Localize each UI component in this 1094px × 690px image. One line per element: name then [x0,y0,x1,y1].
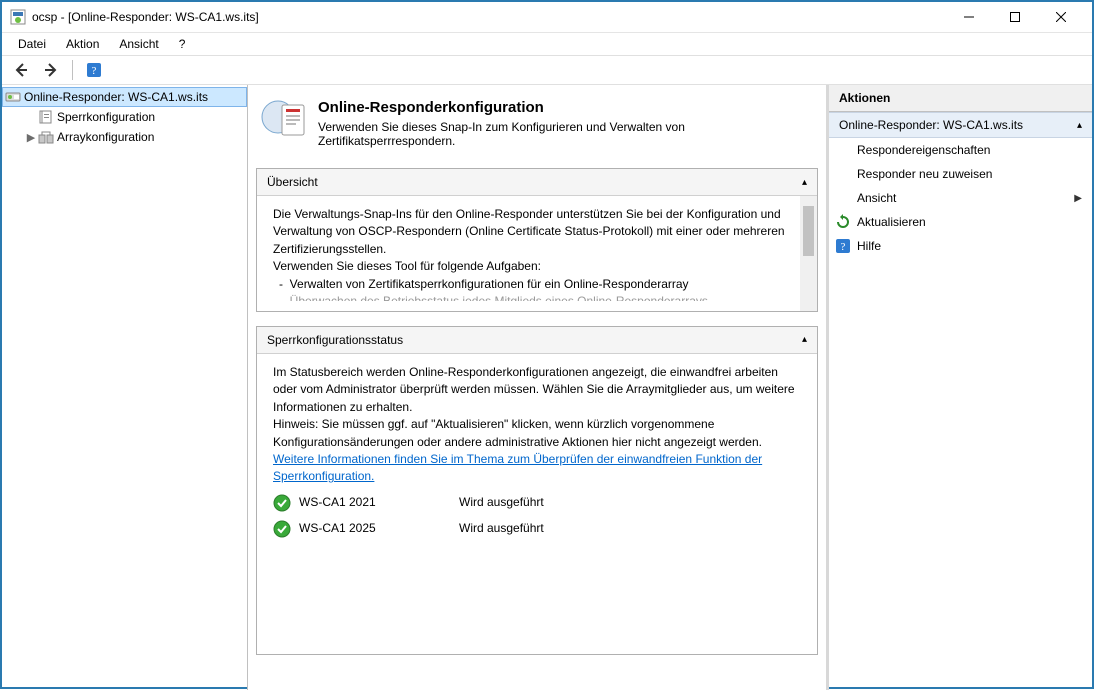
page-title: Online-Responderkonfiguration [318,99,814,116]
collapse-icon: ▴ [1077,120,1082,131]
action-label: Hilfe [857,239,881,253]
forward-button[interactable] [38,57,64,83]
overview-panel-body: Die Verwaltungs-Snap-Ins für den Online-… [257,196,817,311]
collapse-icon: ▴ [802,334,807,345]
center-pane: Online-Responderkonfiguration Verwenden … [248,85,826,690]
overview-text-1: Die Verwaltungs-Snap-Ins für den Online-… [273,206,801,258]
app-icon [10,9,26,25]
tree-node-sperrkonfig[interactable]: Sperrkonfiguration [2,107,247,127]
actions-section-header[interactable]: Online-Responder: WS-CA1.ws.its ▴ [829,112,1092,138]
menu-ansicht[interactable]: Ansicht [111,35,166,53]
actions-pane: Aktionen Online-Responder: WS-CA1.ws.its… [826,85,1092,690]
config-row-0[interactable]: WS-CA1 2021 Wird ausgeführt [273,494,801,512]
menu-help[interactable]: ? [171,35,194,53]
config-row-1[interactable]: WS-CA1 2025 Wird ausgeführt [273,520,801,538]
revocation-config-icon [38,109,54,125]
overview-scrollbar[interactable] [800,196,817,311]
help-toolbar-button[interactable]: ? [81,57,107,83]
svg-text:?: ? [841,241,846,253]
status-help-link[interactable]: Weitere Informationen finden Sie im Them… [273,452,762,483]
submenu-arrow-icon: ▶ [1074,193,1082,204]
config-name-0: WS-CA1 2021 [299,494,459,511]
action-label: Aktualisieren [857,215,926,229]
tree-node-arraykonfig[interactable]: ▶ Arraykonfiguration [2,127,247,147]
status-panel-title: Sperrkonfigurationsstatus [267,333,403,347]
actions-pane-title: Aktionen [829,85,1092,112]
action-refresh[interactable]: Aktualisieren [829,210,1092,234]
array-config-icon [38,129,54,145]
titlebar: ocsp - [Online-Responder: WS-CA1.ws.its] [2,2,1092,33]
action-label: Respondereigenschaften [857,143,990,157]
action-help[interactable]: ? Hilfe [829,234,1092,258]
status-panel-body: Im Statusbereich werden Online-Responder… [257,354,817,654]
tree-expander-icon[interactable]: ▶ [24,131,38,144]
refresh-icon [835,214,851,230]
page-header: Online-Responderkonfiguration Verwenden … [254,91,820,164]
status-text-1: Im Statusbereich werden Online-Responder… [273,364,801,416]
help-icon: ? [835,238,851,254]
maximize-button[interactable] [992,2,1038,32]
overview-text-2: Verwenden Sie dieses Tool für folgende A… [273,258,801,275]
tree-child-1-label: Arraykonfiguration [57,130,154,144]
status-text-2: Hinweis: Sie müssen ggf. auf "Aktualisie… [273,416,801,451]
ok-status-icon [273,520,291,538]
action-view-submenu[interactable]: Ansicht ▶ [829,186,1092,210]
toolbar-separator [72,60,73,80]
page-subtitle: Verwenden Sie dieses Snap-In zum Konfigu… [318,120,814,148]
overview-bullet-1: Verwalten von Zertifikatsperrkonfigurati… [290,277,689,291]
ok-status-icon [273,494,291,512]
window-title: ocsp - [Online-Responder: WS-CA1.ws.its] [32,10,946,24]
toolbar: ? [2,55,1092,85]
action-reassign-responder[interactable]: Responder neu zuweisen [829,162,1092,186]
menubar: Datei Aktion Ansicht ? [2,33,1092,55]
page-header-icon [260,95,308,143]
overview-panel-title: Übersicht [267,175,318,189]
svg-text:?: ? [92,65,97,77]
tree-root-node[interactable]: Online-Responder: WS-CA1.ws.its [2,87,247,107]
config-state-0: Wird ausgeführt [459,494,544,511]
status-panel: Sperrkonfigurationsstatus ▴ Im Statusber… [256,326,818,655]
back-button[interactable] [8,57,34,83]
tree-pane[interactable]: Online-Responder: WS-CA1.ws.its Sperrkon… [2,85,248,690]
main-area: Online-Responder: WS-CA1.ws.its Sperrkon… [2,85,1092,690]
config-name-1: WS-CA1 2025 [299,520,459,537]
collapse-icon: ▴ [802,177,807,188]
menu-aktion[interactable]: Aktion [58,35,107,53]
actions-section-title: Online-Responder: WS-CA1.ws.its [839,118,1023,132]
overview-panel-header[interactable]: Übersicht ▴ [257,169,817,196]
overview-bullet-2: Überwachen des Betriebsstatus jedes Mitg… [290,294,708,301]
action-label: Responder neu zuweisen [857,167,992,181]
responder-icon [5,89,21,105]
close-button[interactable] [1038,2,1084,32]
config-state-1: Wird ausgeführt [459,520,544,537]
action-responder-properties[interactable]: Respondereigenschaften [829,138,1092,162]
status-panel-header[interactable]: Sperrkonfigurationsstatus ▴ [257,327,817,354]
menu-datei[interactable]: Datei [10,35,54,53]
minimize-button[interactable] [946,2,992,32]
overview-panel: Übersicht ▴ Die Verwaltungs-Snap-Ins für… [256,168,818,312]
action-label: Ansicht [857,191,896,205]
tree-root-label: Online-Responder: WS-CA1.ws.its [24,90,208,104]
tree-child-0-label: Sperrkonfiguration [57,110,155,124]
